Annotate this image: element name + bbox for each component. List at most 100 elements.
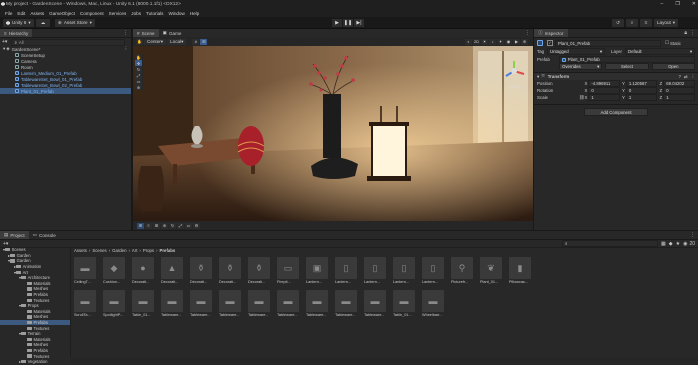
- asset-item[interactable]: ▮ Pillowcas...: [509, 257, 531, 284]
- breadcrumb-garden[interactable]: Garden: [112, 248, 126, 253]
- transform-tool-button[interactable]: ⊕: [135, 84, 142, 90]
- position-y-field[interactable]: 1.120587: [625, 80, 658, 87]
- hierarchy-search-input[interactable]: ⌕ All: [11, 38, 126, 46]
- tab-hierarchy[interactable]: ≡ Hierarchy: [0, 29, 33, 37]
- hierarchy-item-plant[interactable]: Plant_01_Prefab: [0, 88, 131, 94]
- asset-item[interactable]: ▲ Decorati...: [161, 257, 183, 284]
- history-button[interactable]: ↺: [612, 18, 624, 27]
- more-options-icon[interactable]: ⋮: [690, 232, 695, 238]
- breadcrumb-scenes[interactable]: Scenes: [92, 248, 106, 253]
- menu-window[interactable]: Window: [168, 11, 184, 16]
- menu-gameobject[interactable]: GameObject: [49, 11, 75, 16]
- breadcrumb-art[interactable]: Art: [132, 248, 138, 253]
- camera-settings-button[interactable]: ▶: [513, 38, 520, 45]
- orientation-gizmo[interactable]: < Persp: [501, 59, 527, 89]
- grid-snap-button[interactable]: #: [192, 38, 200, 45]
- asset-item[interactable]: ▯ Lantern...: [335, 257, 357, 284]
- increment-snap-button[interactable]: ⊞: [200, 38, 208, 45]
- pivot-center-dropdown[interactable]: Center ▾: [144, 38, 167, 45]
- asset-item[interactable]: ▬ Tableware...: [306, 290, 328, 317]
- add-icon[interactable]: +▾: [2, 39, 7, 45]
- tab-project[interactable]: ▤ Project: [0, 231, 29, 239]
- tab-inspector[interactable]: ⓘ Inspector: [534, 29, 568, 37]
- tag-dropdown[interactable]: Untagged ▾: [547, 48, 605, 55]
- tree-item[interactable]: ▸ Vegetation: [0, 359, 70, 365]
- menu-jobs[interactable]: Jobs: [131, 11, 141, 16]
- asset-item[interactable]: ▣ Lantern...: [306, 257, 328, 284]
- asset-item[interactable]: ◆ Cushion...: [103, 257, 125, 284]
- position-z-field[interactable]: 69.04202: [663, 80, 695, 87]
- asset-item[interactable]: ▬ Tableware...: [277, 290, 299, 317]
- lock-icon[interactable]: 🔒︎: [684, 30, 687, 36]
- static-checkbox[interactable]: ☐: [665, 40, 669, 46]
- pause-button[interactable]: ❚❚: [343, 18, 353, 27]
- menu-services[interactable]: Services: [109, 11, 127, 16]
- breadcrumb-props[interactable]: Props: [143, 248, 154, 253]
- active-checkbox[interactable]: ✓: [547, 40, 553, 46]
- layers-button[interactable]: ≡: [640, 18, 652, 27]
- transform-component-header[interactable]: ▾ ⤧ Transform ? ⇌ ⋮: [534, 73, 698, 80]
- overlay-tool-3[interactable]: ⊞: [153, 222, 160, 229]
- asset-item[interactable]: ▬ Wheelbarr...: [422, 290, 444, 317]
- select-button[interactable]: Select: [605, 63, 649, 70]
- position-x-field[interactable]: -4.896911: [588, 80, 621, 87]
- filter-icon[interactable]: ▦: [661, 241, 666, 247]
- more-options-icon[interactable]: ⋮: [525, 30, 530, 36]
- overlay-tool-4[interactable]: ⊕: [161, 222, 168, 229]
- rotation-z-field[interactable]: 0: [663, 87, 695, 94]
- breadcrumb-prefabs[interactable]: Prefabs: [160, 248, 176, 253]
- more-options-icon[interactable]: ⋮: [124, 46, 128, 52]
- asset-item[interactable]: ❦ Plant_01...: [480, 257, 502, 284]
- label-icon[interactable]: ◆: [669, 241, 673, 247]
- eye-icon[interactable]: ◉: [683, 241, 687, 247]
- asset-item[interactable]: ▯ Lantern...: [393, 257, 415, 284]
- menu-file[interactable]: File: [5, 11, 12, 16]
- tab-scene[interactable]: # Scene: [133, 29, 159, 37]
- asset-item[interactable]: ▬ SpotlightP...: [103, 290, 125, 317]
- scale-x-field[interactable]: 1: [588, 94, 621, 101]
- asset-item[interactable]: ⚱ Decorati...: [219, 257, 241, 284]
- menu-tutorials[interactable]: Tutorials: [146, 11, 163, 16]
- overlay-tool-5[interactable]: ↻: [169, 222, 176, 229]
- scene-viewport[interactable]: [133, 46, 533, 221]
- persp-label[interactable]: < Persp: [501, 85, 527, 89]
- layout-dropdown[interactable]: Layout ▾: [654, 18, 679, 27]
- audio-toggle-button[interactable]: ♪: [489, 38, 496, 45]
- project-search-input[interactable]: ⌕: [561, 240, 658, 247]
- maximize-button[interactable]: ❐: [675, 1, 679, 7]
- asset-item[interactable]: ▬ Tableware...: [248, 290, 270, 317]
- tab-console[interactable]: ▭ Console: [29, 231, 60, 239]
- star-icon[interactable]: ★: [676, 241, 680, 247]
- asset-item[interactable]: ⚱ Decorati...: [190, 257, 212, 284]
- step-button[interactable]: ▶|: [354, 18, 364, 27]
- breadcrumb-assets[interactable]: Assets: [74, 248, 87, 253]
- asset-item[interactable]: ▬ Tableware...: [190, 290, 212, 317]
- asset-item[interactable]: ▯ Lantern...: [364, 257, 386, 284]
- asset-store-button[interactable]: ⊕ Asset Store ▾: [55, 18, 95, 27]
- effects-toggle-button[interactable]: ✦: [497, 38, 504, 45]
- asset-item[interactable]: ▭ Firepit...: [277, 257, 299, 284]
- search-button[interactable]: ⌕: [626, 18, 638, 27]
- more-options-icon[interactable]: ⋮: [690, 30, 695, 36]
- cloud-button[interactable]: ☁: [36, 18, 50, 27]
- play-button[interactable]: ▶: [332, 18, 342, 27]
- more-options-icon[interactable]: ⋮: [691, 74, 695, 80]
- pivot-local-dropdown[interactable]: Local ▾: [167, 38, 187, 45]
- menu-edit[interactable]: Edit: [17, 11, 25, 16]
- tab-game[interactable]: ▣ Game: [159, 29, 186, 37]
- asset-item[interactable]: ▬ Tableware...: [219, 290, 241, 317]
- asset-item[interactable]: ▬ ScrollTa...: [74, 290, 96, 317]
- overlay-tool-6[interactable]: ⤢: [177, 222, 184, 229]
- view-tool-button[interactable]: ✋: [135, 54, 142, 60]
- lighting-toggle-button[interactable]: ☀: [481, 38, 488, 45]
- hidden-objects-button[interactable]: ◉: [505, 38, 512, 45]
- more-options-icon[interactable]: ⋮: [123, 30, 128, 36]
- overlay-tool-7[interactable]: ▭: [185, 222, 192, 229]
- asset-item[interactable]: ⚱ Decorati...: [248, 257, 270, 284]
- help-icon[interactable]: ?: [678, 74, 680, 79]
- asset-item[interactable]: ▬ Tableware...: [364, 290, 386, 317]
- asset-item[interactable]: ▬ Tableware...: [161, 290, 183, 317]
- scale-z-field[interactable]: 1: [663, 94, 695, 101]
- asset-item[interactable]: ▬ Table_01...: [132, 290, 154, 317]
- menu-component[interactable]: Component: [80, 11, 104, 16]
